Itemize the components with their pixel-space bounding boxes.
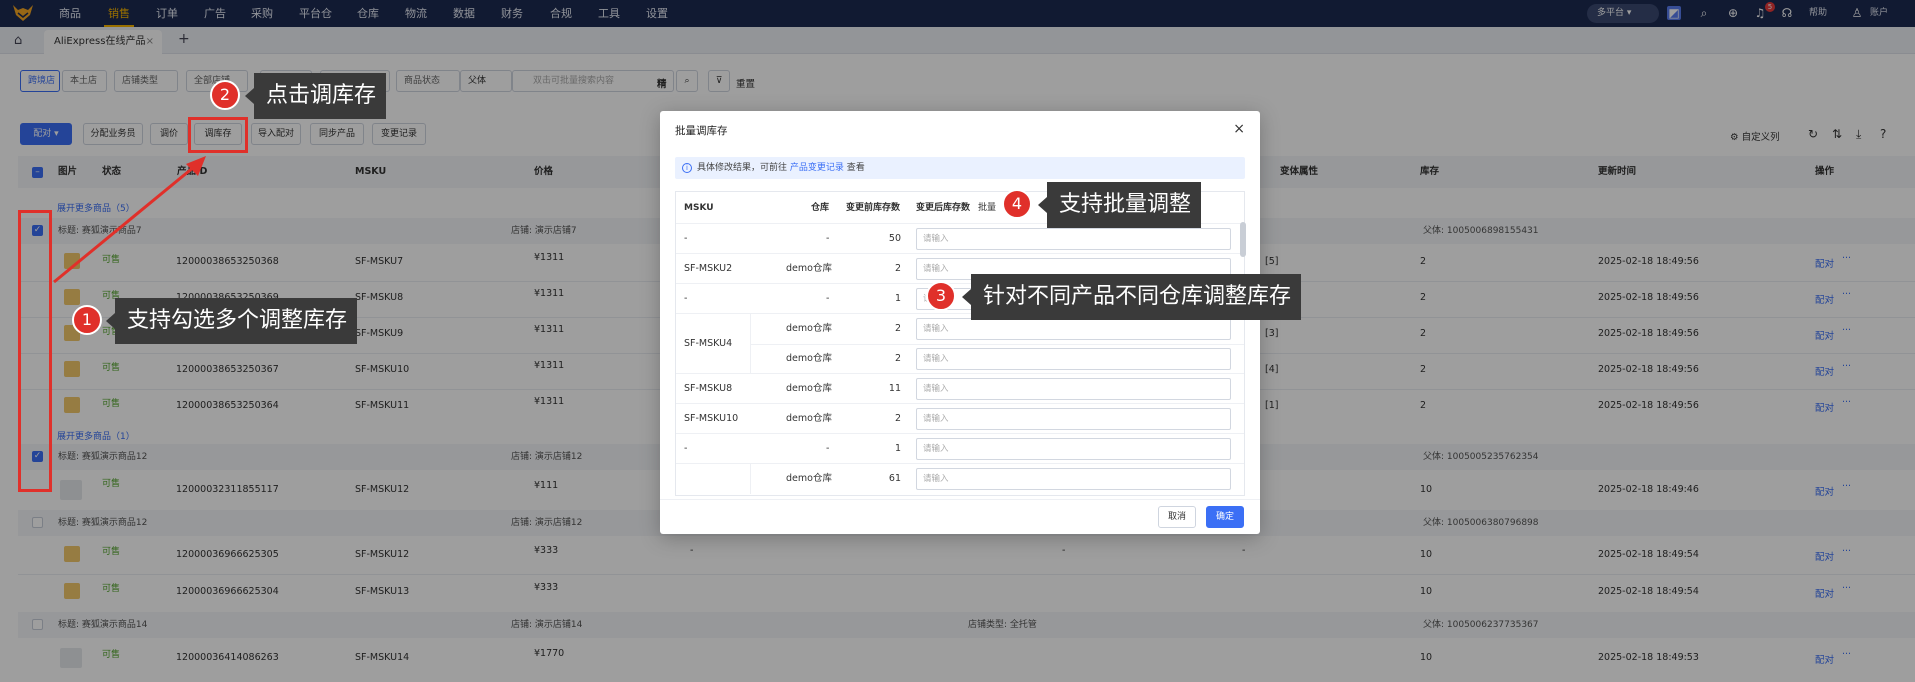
adjust-stock-highlight-box	[188, 117, 248, 153]
warehouse: -	[826, 233, 830, 244]
table-row: SF-MSKU8 demo仓库 11 请输入	[676, 373, 1244, 403]
warehouse: demo仓库	[786, 413, 832, 424]
warehouse: demo仓库	[786, 323, 832, 334]
msku: -	[684, 233, 688, 244]
before-stock: 2	[894, 413, 901, 424]
before-stock: 61	[888, 473, 901, 484]
msku: SF-MSKU4	[684, 338, 733, 349]
table-row: SF-MSKU4 demo仓库 2 请输入 demo仓库 2 请输入	[676, 313, 1244, 374]
msku: SF-MSKU8	[684, 383, 733, 394]
dialog-footer: 取消 确定	[660, 499, 1260, 534]
after-stock-input[interactable]: 请输入	[916, 318, 1231, 340]
before-stock: 2	[894, 263, 901, 274]
cell-divider	[750, 464, 751, 494]
info-prefix: 具体修改结果，可前往	[697, 163, 788, 173]
msku: SF-MSKU2	[684, 263, 733, 274]
annotation-callout-4: 支持批量调整	[1037, 182, 1202, 228]
col-warehouse: 仓库	[811, 203, 830, 213]
msku: SF-MSKU10	[684, 413, 739, 424]
info-banner: i 具体修改结果，可前往 产品变更记录 查看	[675, 157, 1245, 179]
table-row: SF-MSKU10 demo仓库 2 请输入	[676, 403, 1244, 433]
stock-adjust-table: MSKU 仓库 变更前库存数 变更后库存数 批量 - - 50 请输入 SF-M…	[675, 191, 1245, 496]
confirm-button[interactable]: 确定	[1206, 506, 1244, 528]
info-icon: i	[682, 163, 692, 173]
after-stock-input[interactable]: 请输入	[916, 468, 1231, 490]
before-stock: 1	[894, 293, 901, 304]
checkbox-highlight-box	[18, 210, 52, 492]
col-msku: MSKU	[684, 203, 714, 213]
info-suffix: 查看	[846, 163, 865, 173]
after-stock-input[interactable]: 请输入	[916, 378, 1231, 400]
annotation-callout-2: 点击调库存	[244, 73, 387, 119]
annotation-number-3: 3	[926, 281, 956, 311]
col-before-stock: 变更前库存数	[846, 203, 901, 213]
warehouse: demo仓库	[786, 473, 832, 484]
close-icon[interactable]: ×	[1233, 121, 1245, 137]
before-stock: 11	[888, 383, 901, 394]
annotation-callout-1: 支持勾选多个调整库存	[105, 298, 358, 344]
table-row: demo仓库 61 请输入	[676, 463, 1244, 494]
cancel-button[interactable]: 取消	[1158, 506, 1196, 528]
before-stock: 1	[894, 443, 901, 454]
change-log-link[interactable]: 产品变更记录	[790, 163, 844, 173]
warehouse: demo仓库	[786, 383, 832, 394]
dialog-scrollbar[interactable]	[1240, 222, 1246, 257]
table-row: - - 1 请输入	[676, 433, 1244, 463]
annotation-number-4: 4	[1002, 189, 1032, 219]
msku: -	[684, 443, 688, 454]
warehouse: -	[826, 293, 830, 304]
warehouse: -	[826, 443, 830, 454]
annotation-number-2: 2	[210, 80, 240, 110]
after-stock-input[interactable]: 请输入	[916, 408, 1231, 430]
annotation-number-1: 1	[72, 305, 102, 335]
warehouse: demo仓库	[786, 353, 832, 364]
before-stock: 2	[894, 353, 901, 364]
after-stock-input[interactable]: 请输入	[916, 228, 1231, 250]
col-after-stock: 变更后库存数	[916, 203, 971, 213]
annotation-arrow-icon	[53, 156, 206, 284]
before-stock: 2	[894, 323, 901, 334]
msku: -	[684, 293, 688, 304]
after-stock-input[interactable]: 请输入	[916, 348, 1231, 370]
warehouse: demo仓库	[786, 263, 832, 274]
dialog-title: 批量调库存	[675, 125, 728, 137]
annotation-callout-3: 针对不同产品不同仓库调整库存	[961, 274, 1302, 320]
after-stock-input[interactable]: 请输入	[916, 438, 1231, 460]
before-stock: 50	[888, 233, 901, 244]
batch-adjust-stock-dialog: 批量调库存 × i 具体修改结果，可前往 产品变更记录 查看 MSKU 仓库 变…	[660, 111, 1260, 534]
batch-link[interactable]: 批量	[978, 192, 996, 224]
